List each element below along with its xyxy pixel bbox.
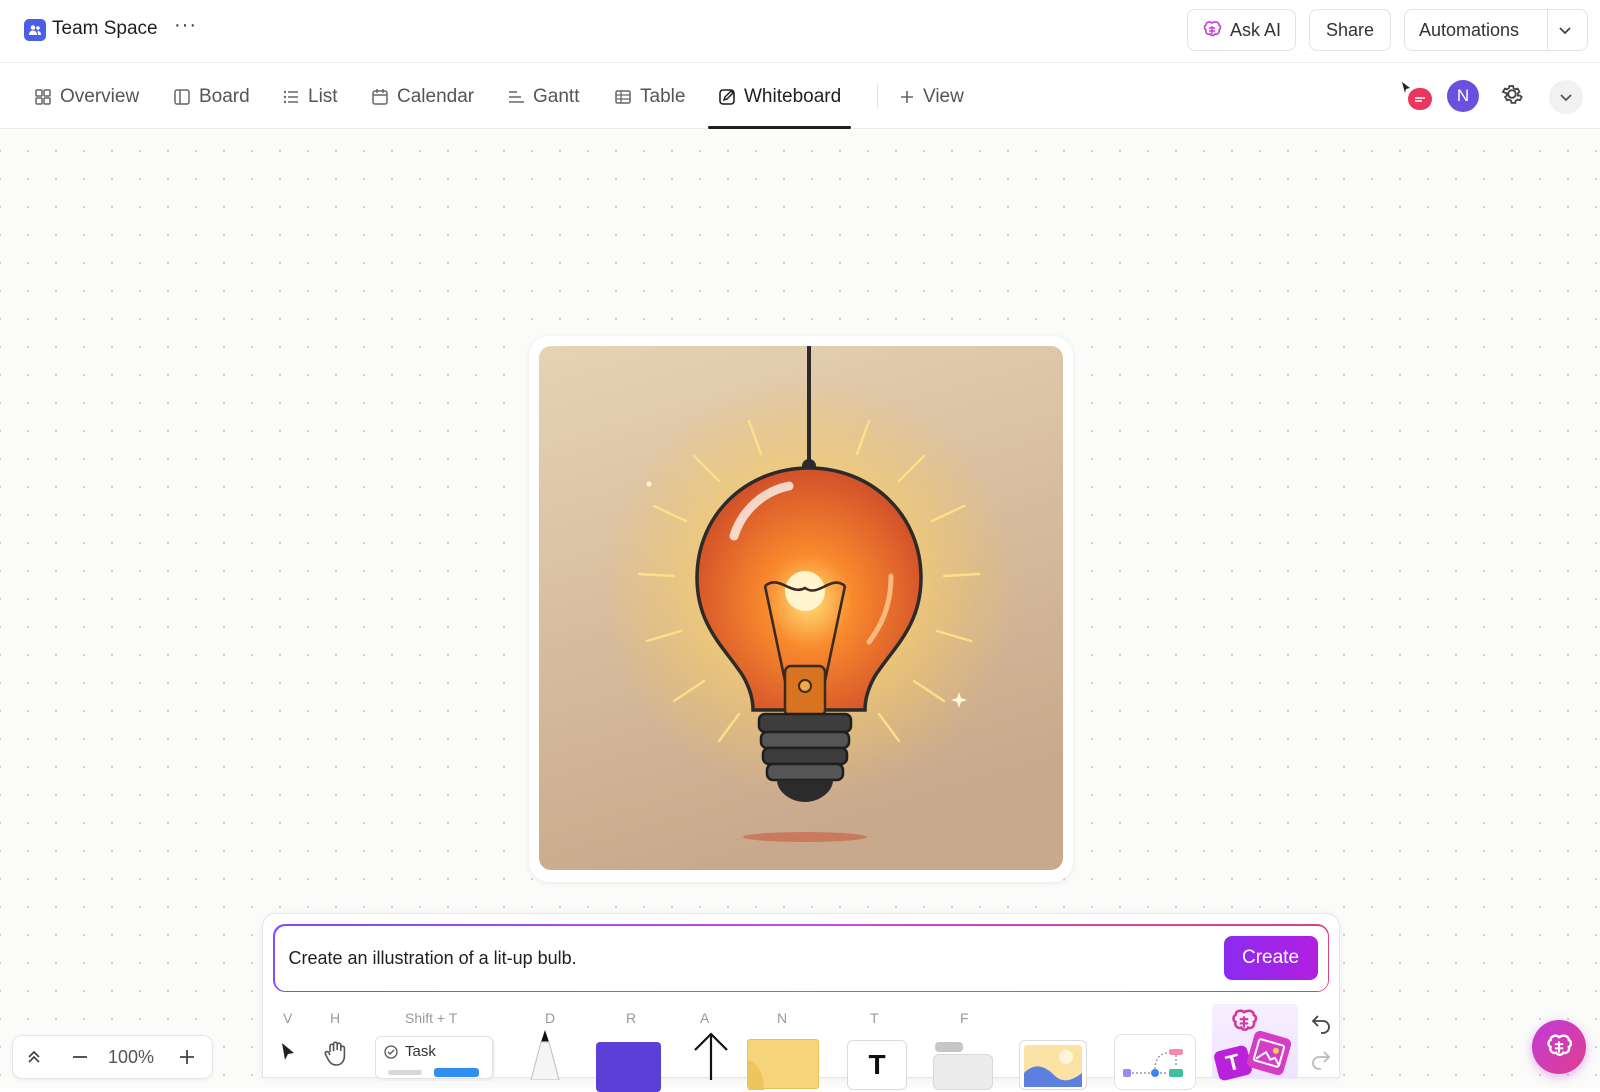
tab-label: Table <box>640 85 686 107</box>
ask-ai-label: Ask AI <box>1229 19 1282 40</box>
flowchart-icon <box>1123 1049 1183 1077</box>
view-tabs: Overview Board List Calendar Gantt Table… <box>0 64 1600 129</box>
add-view-button[interactable]: View <box>899 64 964 129</box>
sticky-note-tool[interactable] <box>747 1039 819 1090</box>
board-icon <box>174 88 190 105</box>
zoom-level[interactable]: 100% <box>108 1047 154 1068</box>
task-tool[interactable]: Task <box>375 1036 493 1079</box>
share-label: Share <box>1325 19 1375 40</box>
ai-generate-tool[interactable]: T <box>1212 1004 1298 1082</box>
ai-brain-icon <box>1232 1009 1258 1031</box>
image-tool[interactable] <box>1019 1040 1087 1090</box>
rectangle-tool[interactable] <box>596 1042 661 1092</box>
create-button[interactable]: Create <box>1223 935 1318 980</box>
list-icon <box>283 90 298 103</box>
shortcut-frame: F <box>960 1010 969 1026</box>
ai-prompt-panel: Create V H Shift + T D R A N T F Task <box>262 913 1341 1092</box>
shortcut-select: V <box>283 1010 293 1026</box>
shortcut-task: Shift + T <box>405 1010 458 1026</box>
tab-label: List <box>308 85 338 107</box>
gantt-icon <box>509 90 524 103</box>
shortcut-rectangle: R <box>626 1010 637 1026</box>
tab-calendar[interactable]: Calendar <box>371 64 474 129</box>
task-tool-label: Task <box>405 1043 436 1060</box>
text-tool[interactable]: T <box>847 1040 907 1090</box>
prompt-input[interactable] <box>288 947 1189 969</box>
generated-image-card[interactable] <box>529 336 1073 882</box>
calendar-icon <box>372 88 388 105</box>
whiteboard-icon <box>719 88 735 105</box>
tab-overview[interactable]: Overview <box>34 64 139 129</box>
select-tool-icon[interactable] <box>277 1040 301 1066</box>
chevrons-up-icon[interactable] <box>25 1048 43 1066</box>
whiteboard-toolbar: V H Shift + T D R A N T F Task T T <box>263 1004 1341 1092</box>
note-fold-icon <box>748 1060 764 1090</box>
collapse-header-button[interactable] <box>1549 80 1583 114</box>
tab-label: Board <box>199 85 250 107</box>
ai-assistant-button[interactable] <box>1532 1020 1586 1074</box>
automations-button[interactable]: Automations <box>1404 9 1588 51</box>
arrow-tool-icon[interactable] <box>691 1030 731 1080</box>
image-icon <box>1252 1038 1286 1068</box>
chevron-down-icon[interactable] <box>1557 22 1573 38</box>
tab-gantt[interactable]: Gantt <box>507 64 579 129</box>
tab-list[interactable]: List <box>282 64 338 129</box>
overview-icon <box>35 88 51 105</box>
shortcut-arrow: A <box>700 1010 710 1026</box>
zoom-out-icon[interactable] <box>71 1048 89 1066</box>
ask-ai-button[interactable]: Ask AI <box>1187 9 1296 51</box>
frame-body <box>933 1054 993 1090</box>
zoom-in-icon[interactable] <box>178 1048 196 1066</box>
frame-tab <box>935 1042 963 1052</box>
ai-brain-icon <box>1203 21 1222 37</box>
tab-whiteboard[interactable]: Whiteboard <box>707 64 852 129</box>
chat-badge-icon[interactable] <box>1408 88 1432 110</box>
undo-icon[interactable] <box>1310 1012 1332 1034</box>
table-icon <box>615 89 631 104</box>
shortcut-text: T <box>870 1010 879 1026</box>
hand-tool-icon[interactable] <box>321 1038 351 1068</box>
ai-brain-icon <box>1547 1034 1573 1056</box>
automations-label: Automations <box>1419 19 1520 40</box>
tab-label: Whiteboard <box>744 85 842 107</box>
add-view-label: View <box>923 85 964 107</box>
tab-table[interactable]: Table <box>614 64 685 129</box>
avatar[interactable]: N <box>1447 80 1479 112</box>
tab-board[interactable]: Board <box>173 64 250 129</box>
space-title[interactable]: Team Space <box>52 18 158 40</box>
image-icon <box>1024 1045 1082 1087</box>
gear-icon[interactable] <box>1499 81 1525 107</box>
ai-image-card <box>1245 1029 1293 1077</box>
button-divider <box>1547 10 1548 50</box>
tab-label: Overview <box>60 85 140 107</box>
task-status-bar <box>434 1068 479 1077</box>
redo-icon[interactable] <box>1310 1048 1332 1070</box>
shortcut-note: N <box>777 1010 788 1026</box>
lightbulb-illustration <box>539 346 1063 870</box>
zoom-controls: 100% <box>12 1035 213 1079</box>
team-space-icon <box>24 19 46 41</box>
chevron-down-icon <box>1560 94 1572 102</box>
more-options-button[interactable]: ··· <box>174 14 197 37</box>
diagram-tool[interactable] <box>1114 1034 1196 1090</box>
share-button[interactable]: Share <box>1309 9 1391 51</box>
pen-tool-icon[interactable] <box>527 1028 563 1080</box>
plus-icon <box>901 90 913 103</box>
tab-label: Gantt <box>533 85 580 107</box>
shortcut-draw: D <box>545 1010 556 1026</box>
check-circle-icon <box>384 1045 398 1059</box>
shortcut-hand: H <box>330 1010 341 1026</box>
prompt-box: Create <box>273 924 1329 992</box>
frame-tool[interactable] <box>933 1040 993 1090</box>
tab-label: Calendar <box>397 85 475 107</box>
tab-divider <box>877 84 878 108</box>
task-placeholder-bar <box>388 1070 422 1075</box>
top-bar: Team Space ··· Ask AI Share Automations <box>0 0 1600 63</box>
